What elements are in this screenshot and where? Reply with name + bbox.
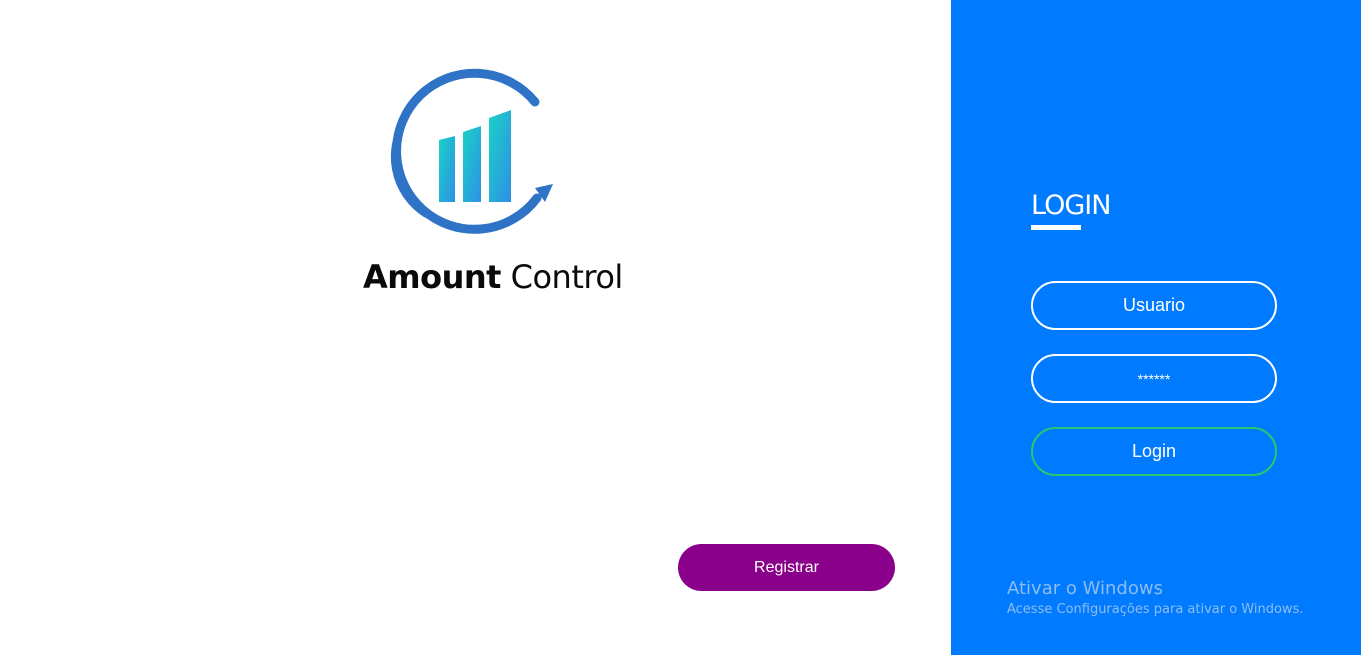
password-input[interactable]	[1031, 354, 1277, 403]
brand-pane: Amount Control Registrar	[0, 0, 951, 655]
brand-name-bold: Amount	[363, 258, 501, 296]
login-title: LOGIN	[1031, 190, 1111, 221]
login-title-underline	[1031, 225, 1081, 230]
username-input[interactable]	[1031, 281, 1277, 330]
growth-chart-icon	[390, 68, 553, 234]
watermark-title: Ativar o Windows	[1007, 578, 1163, 599]
login-panel: LOGIN Login Ativar o Windows Acesse Conf…	[951, 0, 1361, 655]
register-button[interactable]: Registrar	[678, 544, 895, 591]
login-button[interactable]: Login	[1031, 427, 1277, 476]
windows-activation-watermark: Ativar o Windows Acesse Configurações pa…	[1007, 578, 1303, 617]
brand-wordmark: Amount Control	[363, 258, 623, 296]
watermark-subtitle: Acesse Configurações para ativar o Windo…	[1007, 602, 1304, 617]
login-page: Amount Control Registrar LOGIN Login Ati…	[0, 0, 1361, 655]
brand-name-regular: Control	[500, 258, 624, 296]
